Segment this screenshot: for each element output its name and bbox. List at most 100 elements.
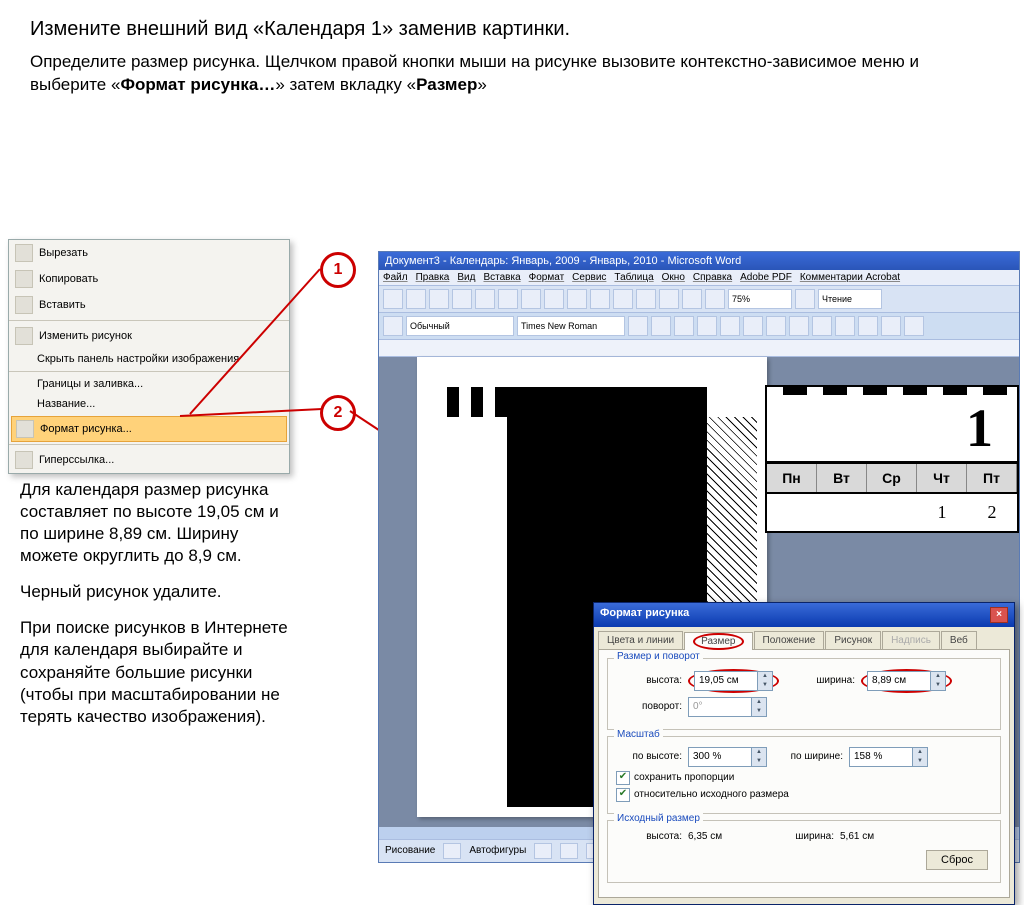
ctx-hyperlink[interactable]: Гиперссылка... [9, 447, 289, 473]
calendar-numbers: 1 2 [767, 494, 1017, 531]
group-scale: Масштаб по высоте: ▲▼ по ширине: ▲▼ ✔сох… [607, 736, 1001, 814]
menu-edit[interactable]: Правка [416, 272, 450, 283]
spin-arrows[interactable]: ▲▼ [751, 698, 766, 716]
menu-file[interactable]: Файл [383, 272, 408, 283]
style-select[interactable]: Обычный [406, 316, 514, 336]
highlight-icon[interactable] [881, 316, 901, 336]
tab-caption[interactable]: Надпись [882, 631, 940, 649]
fontcolor-icon[interactable] [904, 316, 924, 336]
indent-icon[interactable] [812, 316, 832, 336]
autoshapes-label[interactable]: Автофигуры [469, 845, 526, 856]
scale-width-spinner[interactable]: ▲▼ [849, 747, 928, 767]
ctx-borders[interactable]: Границы и заливка... [9, 374, 289, 394]
marker-2: 2 [320, 395, 356, 431]
justify-icon[interactable] [766, 316, 786, 336]
style-icon[interactable] [383, 316, 403, 336]
lock-aspect-checkbox[interactable]: ✔сохранить пропорции [616, 771, 992, 785]
underline-icon[interactable] [674, 316, 694, 336]
drawing-label[interactable]: Рисование [385, 845, 435, 856]
close-icon[interactable]: × [990, 607, 1008, 623]
ctx-hide-toolbar[interactable]: Скрыть панель настройки изображения [9, 349, 289, 369]
menu-tools[interactable]: Сервис [572, 272, 606, 283]
italic-icon[interactable] [651, 316, 671, 336]
preview-icon[interactable] [475, 289, 495, 309]
open-icon[interactable] [406, 289, 426, 309]
ctx-format-label: Формат рисунка... [40, 423, 132, 435]
redo-icon[interactable] [613, 289, 633, 309]
tab-colors[interactable]: Цвета и линии [598, 631, 683, 649]
menu-window[interactable]: Окно [662, 272, 685, 283]
spin-arrows[interactable]: ▲▼ [751, 748, 766, 766]
group-size-legend: Размер и поворот [614, 651, 703, 662]
line-icon[interactable] [534, 843, 552, 859]
ctx-caption[interactable]: Название... [9, 394, 289, 414]
bold-icon[interactable] [628, 316, 648, 336]
menu-format[interactable]: Формат [529, 272, 565, 283]
border-icon[interactable] [858, 316, 878, 336]
relative-original-checkbox[interactable]: ✔относительно исходного размера [616, 788, 992, 802]
ctx-paste-label: Вставить [39, 299, 86, 311]
tab-picture[interactable]: Рисунок [825, 631, 881, 649]
help-icon[interactable] [795, 289, 815, 309]
num-0 [767, 494, 817, 531]
ctx-paste[interactable]: Вставить [9, 292, 289, 318]
spin-arrows[interactable]: ▲▼ [930, 672, 945, 690]
dialog-title: Формат рисунка × [594, 603, 1014, 627]
zoom-select[interactable]: 75% [728, 289, 792, 309]
align-left-icon[interactable] [697, 316, 717, 336]
checkbox-icon: ✔ [616, 771, 630, 785]
rotation-input[interactable] [689, 699, 751, 715]
paste-icon[interactable] [567, 289, 587, 309]
menu-help[interactable]: Справка [693, 272, 732, 283]
arrow-icon[interactable] [560, 843, 578, 859]
outdent-icon[interactable] [835, 316, 855, 336]
copy-icon [15, 270, 33, 288]
print-icon[interactable] [452, 289, 472, 309]
select-icon[interactable] [443, 843, 461, 859]
day-thu: Чт [917, 464, 967, 492]
dialog-body: Размер и поворот высота: ▲▼ ширина: ▲▼ п… [598, 649, 1010, 898]
context-menu: Вырезать Копировать Вставить Изменить ри… [8, 239, 290, 474]
menu-insert[interactable]: Вставка [483, 272, 520, 283]
font-select[interactable]: Times New Roman [517, 316, 625, 336]
link-icon[interactable] [636, 289, 656, 309]
spin-arrows[interactable]: ▲▼ [912, 748, 927, 766]
scale-height-spinner[interactable]: ▲▼ [688, 747, 767, 767]
ctx-copy-label: Копировать [39, 273, 98, 285]
align-center-icon[interactable] [720, 316, 740, 336]
save-icon[interactable] [429, 289, 449, 309]
spin-arrows[interactable]: ▲▼ [757, 672, 772, 690]
reset-button[interactable]: Сброс [926, 850, 988, 870]
width-input[interactable] [868, 673, 930, 689]
ctx-format-picture[interactable]: Формат рисунка... [11, 416, 287, 442]
ctx-cut[interactable]: Вырезать [9, 240, 289, 266]
cut-icon[interactable] [521, 289, 541, 309]
columns-icon[interactable] [682, 289, 702, 309]
scale-width-input[interactable] [850, 749, 912, 765]
width-spinner[interactable]: ▲▼ [867, 671, 946, 691]
drawing-icon[interactable] [705, 289, 725, 309]
tab-position[interactable]: Положение [754, 631, 825, 649]
calendar-preview: 1 Пн Вт Ср Чт Пт 1 2 [765, 385, 1019, 533]
ctx-copy[interactable]: Копировать [9, 266, 289, 292]
read-button[interactable]: Чтение [818, 289, 882, 309]
align-right-icon[interactable] [743, 316, 763, 336]
tab-web[interactable]: Веб [941, 631, 977, 649]
list-icon[interactable] [789, 316, 809, 336]
format-icon [16, 420, 34, 438]
ctx-edit-picture[interactable]: Изменить рисунок [9, 323, 289, 349]
height-input[interactable] [695, 673, 757, 689]
menu-adobe[interactable]: Adobe PDF [740, 272, 792, 283]
scale-height-input[interactable] [689, 749, 751, 765]
menu-view[interactable]: Вид [457, 272, 475, 283]
copy-icon[interactable] [544, 289, 564, 309]
table-icon[interactable] [659, 289, 679, 309]
rotation-spinner[interactable]: ▲▼ [688, 697, 767, 717]
undo-icon[interactable] [590, 289, 610, 309]
tab-size[interactable]: Размер [684, 632, 752, 650]
menu-acrobat[interactable]: Комментарии Acrobat [800, 272, 900, 283]
menu-table[interactable]: Таблица [614, 272, 653, 283]
spell-icon[interactable] [498, 289, 518, 309]
new-icon[interactable] [383, 289, 403, 309]
height-spinner[interactable]: ▲▼ [694, 671, 773, 691]
